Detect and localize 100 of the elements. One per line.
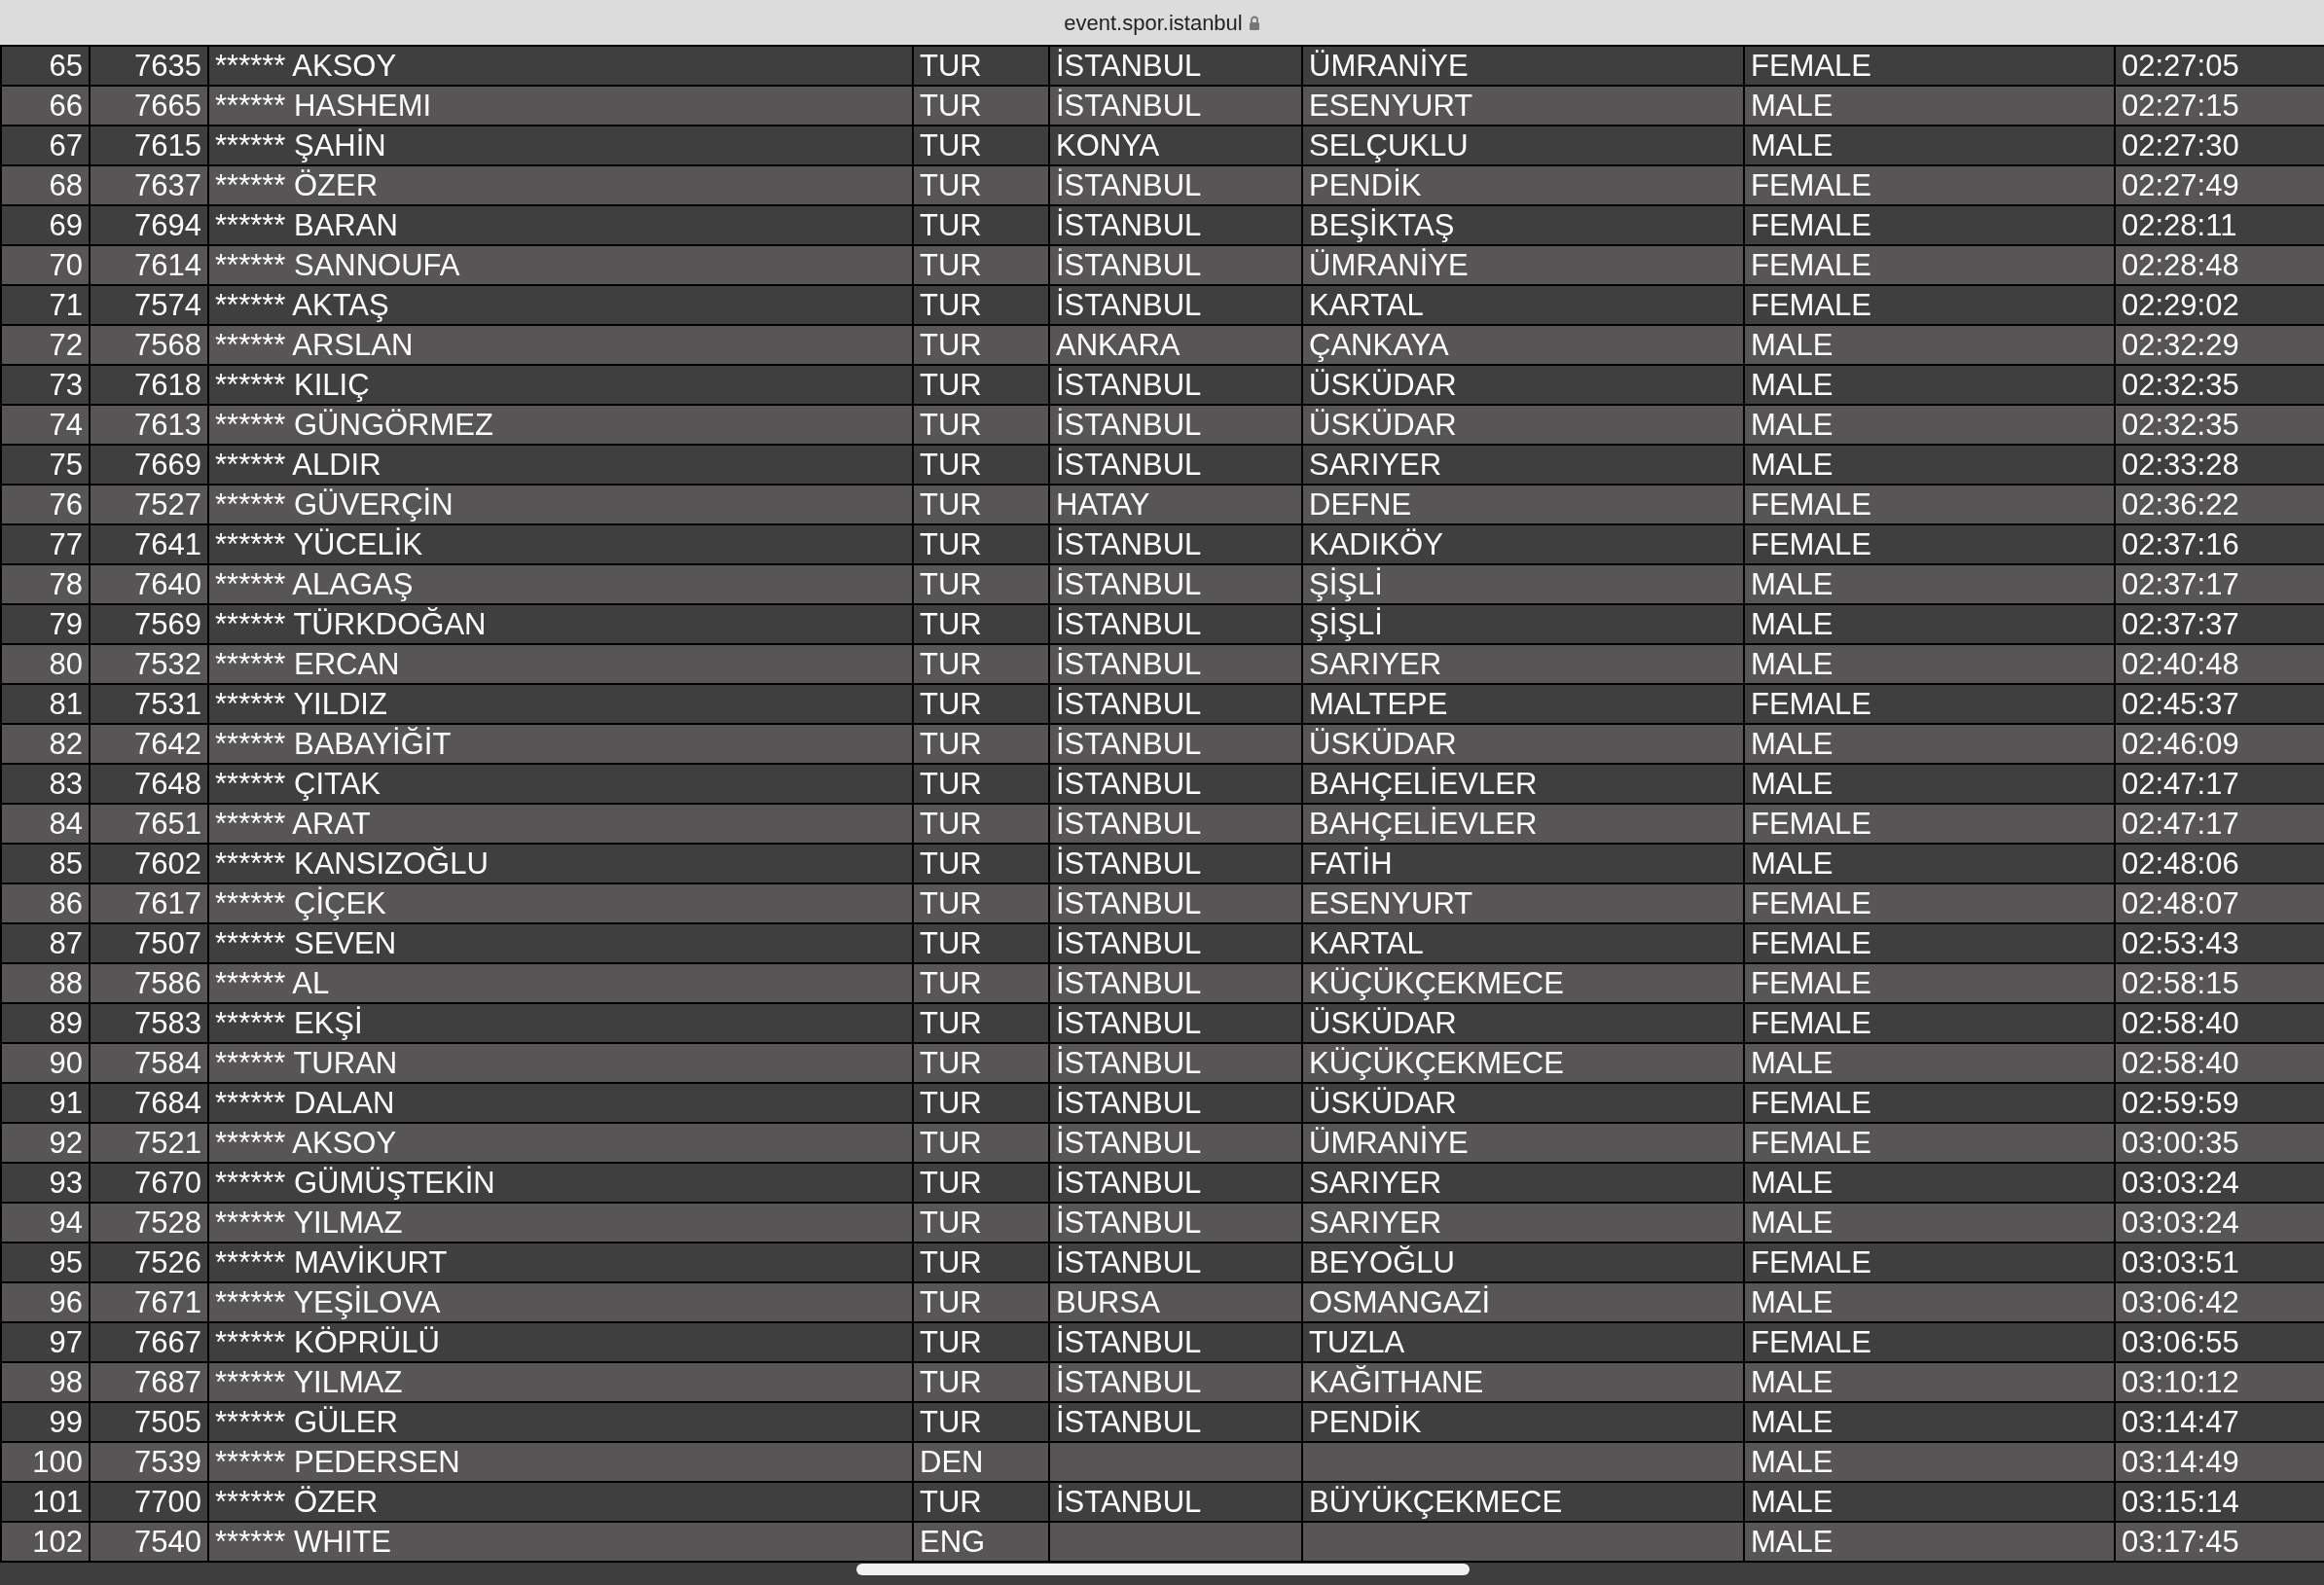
district-cell-text: KARTAL (1308, 287, 1425, 323)
city-cell-text: BURSA (1055, 1284, 1161, 1320)
country-cell-text: TUR (919, 566, 983, 602)
bib-cell-text: 7526 (133, 1244, 202, 1280)
country-cell-text: TUR (919, 885, 983, 921)
rank-cell-text: 72 (48, 327, 84, 363)
gender-cell-text: MALE (1750, 646, 1834, 682)
name-cell-text: ****** ŞAHİN (214, 127, 387, 163)
rank-cell-text: 65 (48, 48, 84, 84)
name-cell-text: ****** SEVEN (214, 925, 398, 961)
bib-cell-text: 7528 (133, 1205, 202, 1241)
bib-cell-text: 7602 (133, 846, 202, 882)
country-cell-text: TUR (919, 1045, 983, 1081)
country-cell-text: TUR (919, 686, 983, 722)
rank-cell-text: 81 (48, 686, 84, 722)
gender-cell-text: FEMALE (1750, 167, 1873, 203)
rank-cell-text: 79 (48, 606, 84, 642)
name-cell-text: ****** MAVİKURT (214, 1244, 449, 1280)
gender-cell-text: FEMALE (1750, 965, 1873, 1001)
time-cell-text: 02:46:09 (2121, 726, 2240, 762)
time-cell-text: 02:53:43 (2121, 925, 2240, 961)
city-cell-text: İSTANBUL (1055, 925, 1203, 961)
rank-cell-text: 80 (48, 646, 84, 682)
country-cell-text: TUR (919, 367, 983, 403)
bib-cell-text: 7539 (133, 1444, 202, 1480)
city-cell-text: İSTANBUL (1055, 48, 1203, 84)
bib-cell-text: 7614 (133, 247, 202, 283)
bib-cell-text: 7665 (133, 88, 202, 124)
bib-cell-text: 7569 (133, 606, 202, 642)
city-cell-text: İSTANBUL (1055, 1045, 1203, 1081)
rank-cell-text: 90 (48, 1045, 84, 1081)
name-cell-text: ****** GÜLER (214, 1404, 399, 1440)
country-cell-text: TUR (919, 526, 983, 562)
rank-cell-text: 94 (48, 1205, 84, 1241)
name-cell-text: ****** ÖZER (214, 1484, 380, 1520)
name-cell-text: ****** AL (214, 965, 331, 1001)
bib-cell-text: 7527 (133, 486, 202, 522)
district-cell-text: ŞİŞLİ (1308, 606, 1384, 642)
country-cell-text: TUR (919, 48, 983, 84)
time-cell-text: 02:27:49 (2121, 167, 2240, 203)
name-cell-text: ****** TÜRKDOĞAN (214, 606, 488, 642)
city-cell-text: ANKARA (1055, 327, 1181, 363)
time-cell-text: 02:29:02 (2121, 287, 2240, 323)
district-cell-text: KÜÇÜKÇEKMECE (1308, 1045, 1565, 1081)
home-indicator[interactable] (856, 1564, 1470, 1575)
time-cell-text: 03:03:24 (2121, 1165, 2240, 1201)
bib-cell-text: 7648 (133, 766, 202, 802)
city-cell-text: İSTANBUL (1055, 287, 1203, 323)
city-cell-text: İSTANBUL (1055, 566, 1203, 602)
city-cell-text: İSTANBUL (1055, 207, 1203, 243)
city-cell-text: İSTANBUL (1055, 1484, 1203, 1520)
bib-cell-text: 7700 (133, 1484, 202, 1520)
district-cell-text: ESENYURT (1308, 88, 1474, 124)
rank-cell-text: 102 (31, 1524, 84, 1560)
country-cell-text: TUR (919, 606, 983, 642)
time-cell-text: 02:27:15 (2121, 88, 2240, 124)
name-cell-text: ****** AKSOY (214, 48, 398, 84)
rank-cell-text: 78 (48, 566, 84, 602)
city-cell-text: İSTANBUL (1055, 606, 1203, 642)
time-cell-text: 02:33:28 (2121, 447, 2240, 483)
country-cell-text: TUR (919, 167, 983, 203)
gender-cell-text: FEMALE (1750, 526, 1873, 562)
country-cell-text: TUR (919, 965, 983, 1001)
district-cell-text: SARIYER (1308, 1165, 1443, 1201)
gender-cell-text: MALE (1750, 447, 1834, 483)
name-cell-text: ****** PEDERSEN (214, 1444, 461, 1480)
country-cell-text: TUR (919, 1165, 983, 1201)
district-cell-text: BAHÇELİEVLER (1308, 766, 1539, 802)
name-cell-text: ****** AKSOY (214, 1125, 398, 1161)
district-cell-text: FATİH (1308, 846, 1394, 882)
name-cell-text: ****** YILDIZ (214, 686, 388, 722)
rank-cell-text: 71 (48, 287, 84, 323)
time-cell-text: 02:58:15 (2121, 965, 2240, 1001)
time-cell-text: 02:58:40 (2121, 1045, 2240, 1081)
gender-cell-text: FEMALE (1750, 207, 1873, 243)
name-cell-text: ****** DALAN (214, 1085, 396, 1121)
url-text[interactable]: event.spor.istanbul (1064, 6, 1243, 39)
gender-cell-text: MALE (1750, 327, 1834, 363)
rank-cell-text: 98 (48, 1364, 84, 1400)
bib-cell-text: 7684 (133, 1085, 202, 1121)
bib-cell-text: 7505 (133, 1404, 202, 1440)
city-cell-text: İSTANBUL (1055, 806, 1203, 842)
time-cell-text: 03:10:12 (2121, 1364, 2240, 1400)
name-cell-text: ****** EKŞİ (214, 1005, 364, 1041)
gender-cell-text: MALE (1750, 1165, 1834, 1201)
gender-cell-text: FEMALE (1750, 287, 1873, 323)
district-cell-text: DEFNE (1308, 486, 1413, 522)
country-cell-text: TUR (919, 1085, 983, 1121)
gender-cell-text: MALE (1750, 367, 1834, 403)
name-cell-text: ****** ARAT (214, 806, 372, 842)
city-cell-text: İSTANBUL (1055, 167, 1203, 203)
city-cell-text: İSTANBUL (1055, 88, 1203, 124)
bib-cell-text: 7532 (133, 646, 202, 682)
bib-cell-text: 7568 (133, 327, 202, 363)
city-cell-text: İSTANBUL (1055, 526, 1203, 562)
rank-cell-text: 68 (48, 167, 84, 203)
gender-cell-text: FEMALE (1750, 486, 1873, 522)
rank-cell-text: 96 (48, 1284, 84, 1320)
rank-cell-text: 67 (48, 127, 84, 163)
name-cell-text: ****** GÜMÜŞTEKİN (214, 1165, 496, 1201)
